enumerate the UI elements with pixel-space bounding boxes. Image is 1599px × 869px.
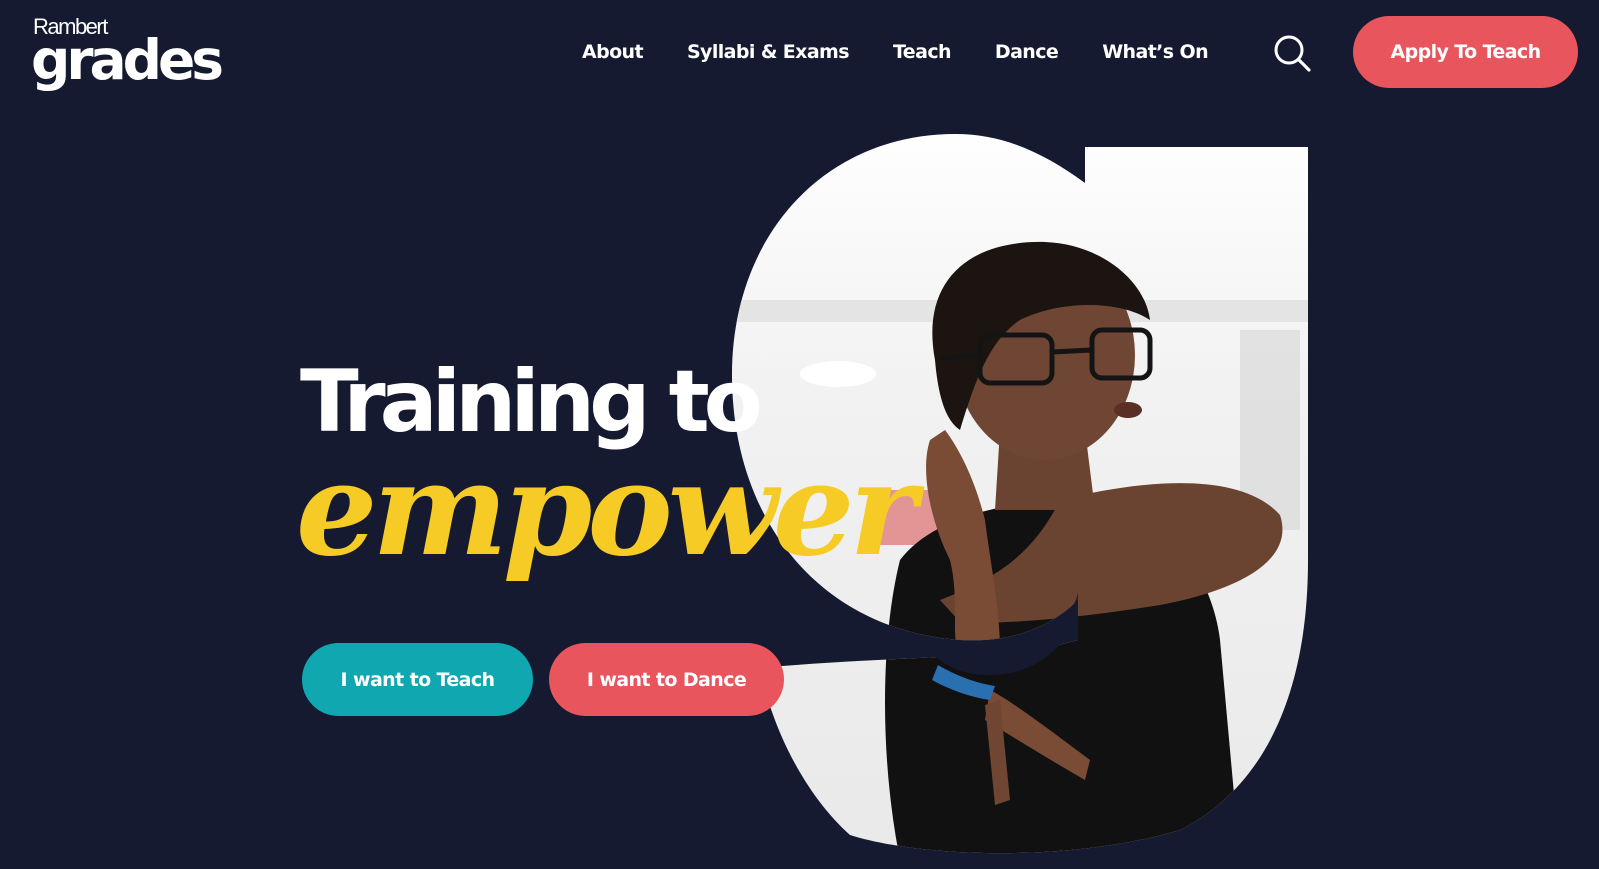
want-to-teach-button[interactable]: I want to Teach	[302, 643, 533, 716]
want-to-dance-button[interactable]: I want to Dance	[549, 643, 784, 716]
hero-headline-script: empower	[296, 435, 917, 585]
